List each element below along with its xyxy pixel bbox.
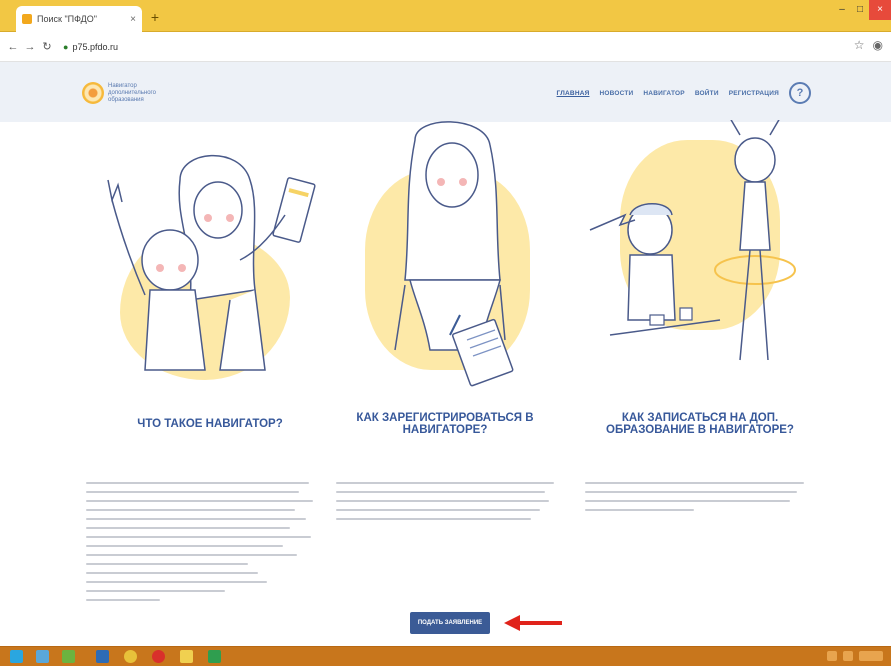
tray-clock-icon[interactable] [859, 651, 883, 661]
address-bar: ← → ↻ ● р75.pfdo.ru ☆ ◉ [0, 32, 891, 62]
site-header: Навигатор дополнительного образования ГЛ… [0, 62, 891, 122]
column-title-what-is: ЧТО ТАКОЕ НАВИГАТОР? [137, 418, 283, 430]
reload-icon[interactable]: ↻ [40, 40, 54, 53]
column-text-registration [336, 482, 558, 527]
taskbar-opera-icon[interactable] [152, 650, 165, 663]
star-icon[interactable]: ☆ [854, 38, 865, 52]
taskbar-chrome-icon[interactable] [124, 650, 137, 663]
column-title-registration: КАК ЗАРЕГИСТРИРОВАТЬСЯ В НАВИГАТОРЕ? [356, 412, 534, 436]
submit-application-button[interactable]: ПОДАТЬ ЗАЯВЛЕНИЕ [410, 612, 490, 634]
url-field[interactable]: ● р75.pfdo.ru [63, 42, 118, 52]
back-arrow-icon[interactable]: ← [6, 41, 20, 53]
help-button[interactable]: ? [789, 82, 811, 104]
nav-login[interactable]: ВОЙТИ [695, 90, 719, 97]
logo-sun-icon [82, 82, 104, 104]
site-logo[interactable]: Навигатор дополнительного образования [82, 82, 156, 104]
window-controls: – □ × [833, 0, 891, 22]
taskbar-media-icon[interactable] [180, 650, 193, 663]
tab-close-icon[interactable]: × [130, 14, 136, 25]
taskbar-app-icon[interactable] [62, 650, 75, 663]
tab-title: Поиск "ПФДО" [37, 14, 97, 24]
illustration-girl-with-form [355, 120, 545, 390]
taskbar-excel-icon[interactable] [208, 650, 221, 663]
browser-tab[interactable]: Поиск "ПФДО" × [16, 6, 142, 32]
illustration-mother-child [90, 140, 330, 380]
column-text-enrollment [585, 482, 813, 518]
illustration-kids-playing [580, 120, 810, 380]
url-text: р75.pfdo.ru [72, 41, 118, 52]
windows-start-icon[interactable] [10, 650, 23, 663]
main-nav: ГЛАВНАЯ НОВОСТИ НАВИГАТОР ВОЙТИ РЕГИСТРА… [557, 82, 811, 104]
nav-navigator[interactable]: НАВИГАТОР [643, 90, 684, 97]
lock-icon: ● [63, 41, 69, 52]
system-tray [827, 651, 883, 661]
red-arrow-icon [504, 615, 562, 631]
nav-home[interactable]: ГЛАВНАЯ [557, 90, 590, 97]
favicon-icon [22, 14, 32, 24]
taskbar-explorer-icon[interactable] [36, 650, 49, 663]
tray-volume-icon[interactable] [843, 651, 853, 661]
logo-text: Навигатор дополнительного образования [108, 82, 156, 103]
column-text-what-is [86, 482, 318, 608]
browser-tab-bar: Поиск "ПФДО" × + – □ × [0, 0, 891, 32]
new-tab-button[interactable]: + [148, 10, 162, 24]
window-close-button[interactable]: × [869, 0, 891, 20]
os-taskbar [0, 646, 891, 666]
forward-arrow-icon[interactable]: → [23, 41, 37, 53]
column-title-enrollment: КАК ЗАПИСАТЬСЯ НА ДОП. ОБРАЗОВАНИЕ В НАВ… [606, 412, 794, 436]
minimize-button[interactable]: – [833, 0, 851, 20]
nav-register[interactable]: РЕГИСТРАЦИЯ [729, 90, 779, 97]
taskbar-word-icon[interactable] [96, 650, 109, 663]
tray-network-icon[interactable] [827, 651, 837, 661]
maximize-button[interactable]: □ [851, 0, 869, 20]
nav-news[interactable]: НОВОСТИ [599, 90, 633, 97]
browser-toolbar-right: ☆ ◉ [854, 38, 883, 52]
account-icon[interactable]: ◉ [873, 38, 883, 52]
